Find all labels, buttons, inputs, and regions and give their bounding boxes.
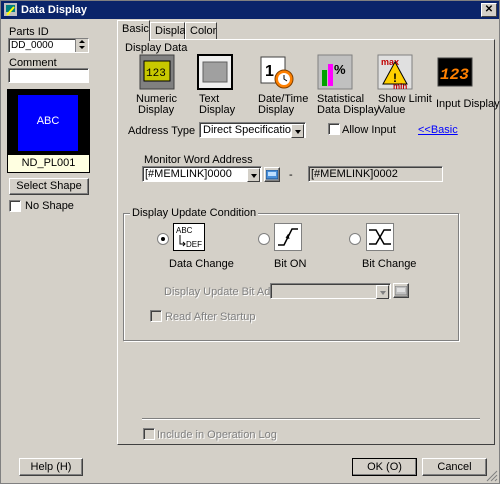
- svg-text:%: %: [334, 62, 346, 77]
- window-title: Data Display: [21, 4, 88, 16]
- show-limit-icon: max ! min: [377, 54, 413, 90]
- tab-basic-label: Basic: [122, 23, 149, 35]
- display-data-label: Display Data: [125, 42, 188, 54]
- text-display-icon: [197, 54, 233, 90]
- svg-text:123: 123: [440, 66, 469, 84]
- bit-change-icon: [366, 223, 394, 251]
- numeric-display-option[interactable]: 123 Numeric Display: [133, 54, 183, 116]
- no-shape-checkbox[interactable]: [9, 200, 21, 212]
- parts-id-spinner[interactable]: [75, 39, 88, 52]
- svg-text:DEF: DEF: [186, 240, 202, 249]
- data-change-label: Data Change: [169, 258, 234, 270]
- select-shape-button[interactable]: Select Shape: [9, 178, 89, 195]
- keypad-icon: [266, 170, 278, 180]
- text-display-label-2: Display: [199, 104, 236, 116]
- bit-on-icon: [274, 223, 302, 251]
- include-log-checkbox: [143, 428, 155, 440]
- data-change-radio[interactable]: [157, 233, 169, 245]
- datetime-display-icon: 1: [260, 56, 294, 89]
- comment-field[interactable]: [8, 68, 89, 83]
- allow-input-label: Allow Input: [342, 124, 396, 136]
- no-shape-label: No Shape: [25, 200, 74, 212]
- monitor-end-address-field: [#MEMLINK]0002: [308, 166, 443, 182]
- monitor-address-label: Monitor Word Address: [144, 154, 253, 166]
- chevron-down-icon[interactable]: [247, 168, 260, 182]
- text-display-option[interactable]: Text Display: [193, 54, 243, 116]
- keypad-icon: [395, 286, 407, 296]
- help-button[interactable]: Help (H): [19, 458, 83, 476]
- shape-name: ND_PL001: [8, 155, 89, 172]
- address-range-dash: -: [289, 169, 293, 181]
- shape-preview[interactable]: ABC ND_PL001: [7, 89, 90, 173]
- radio-selected-dot: [161, 237, 165, 241]
- bit-address-field: [270, 283, 391, 299]
- numeric-display-icon: 123: [139, 54, 175, 90]
- parts-id-field[interactable]: DD_0000: [8, 38, 89, 53]
- svg-text:1: 1: [265, 63, 274, 80]
- bit-change-label: Bit Change: [362, 258, 417, 270]
- show-limit-label-2: Value: [378, 104, 406, 116]
- svg-text:min: min: [393, 82, 407, 90]
- datetime-display-option[interactable]: 1 Date/Time Display: [253, 54, 308, 116]
- ok-button[interactable]: OK (O): [352, 458, 417, 476]
- tab-color-label: Color: [190, 25, 217, 37]
- statistical-display-option[interactable]: % Statistical Data Display: [315, 54, 379, 116]
- tab-color[interactable]: Color: [185, 22, 217, 40]
- data-display-window: Data Display ✕ Parts ID DD_0000 Comment …: [0, 0, 500, 484]
- input-display-icon: 123: [437, 57, 473, 87]
- address-type-dropdown[interactable]: Direct Specification: [199, 122, 306, 138]
- parts-id-label: Parts ID: [9, 26, 49, 38]
- bit-on-radio[interactable]: [258, 233, 270, 245]
- bit-on-label: Bit ON: [274, 258, 307, 270]
- svg-text:ABC: ABC: [176, 226, 193, 235]
- input-display-option[interactable]: 123 Input Display: [433, 54, 500, 114]
- app-icon: [4, 3, 17, 16]
- update-condition-title: Display Update Condition: [130, 207, 259, 219]
- basic-mode-link[interactable]: <<Basic: [418, 124, 458, 136]
- bit-change-radio[interactable]: [349, 233, 361, 245]
- chevron-down-icon: [376, 285, 389, 299]
- data-change-icon: ABC DEF: [173, 223, 205, 251]
- read-after-startup-label: Read After Startup: [165, 311, 256, 323]
- datetime-display-label-2: Display: [258, 104, 295, 116]
- monitor-start-address-value: [#MEMLINK]0000: [145, 168, 232, 180]
- bit-address-input-button: [393, 283, 409, 298]
- address-type-label: Address Type: [128, 125, 196, 137]
- include-log-label: Include in Operation Log: [157, 429, 277, 441]
- allow-input-checkbox[interactable]: [328, 123, 340, 135]
- chevron-down-icon[interactable]: [291, 124, 304, 138]
- preview-shape: ABC: [18, 95, 78, 151]
- input-display-label: Input Display: [436, 98, 500, 110]
- preview-text: ABC: [36, 115, 60, 127]
- numeric-display-label-2: Display: [138, 104, 175, 116]
- address-input-button[interactable]: [264, 167, 280, 182]
- divider: [142, 418, 480, 420]
- read-after-startup-checkbox: [150, 310, 162, 322]
- cancel-button[interactable]: Cancel: [422, 458, 487, 476]
- statistical-display-label-2: Data Display: [317, 104, 380, 116]
- svg-text:123: 123: [146, 68, 166, 80]
- title-bar[interactable]: Data Display ✕: [1, 1, 499, 19]
- monitor-end-address-value: [#MEMLINK]0002: [311, 168, 398, 180]
- address-type-value: Direct Specification: [203, 124, 298, 136]
- resize-grip-icon[interactable]: [486, 470, 498, 482]
- show-limit-option[interactable]: max ! min Show Limit Value: [375, 54, 432, 116]
- tab-basic[interactable]: Basic: [117, 20, 150, 41]
- tab-display[interactable]: Display: [150, 22, 191, 40]
- close-button[interactable]: ✕: [481, 3, 497, 17]
- monitor-start-address-field[interactable]: [#MEMLINK]0000: [142, 166, 262, 182]
- statistical-display-icon: %: [317, 54, 353, 90]
- parts-id-value: DD_0000: [11, 40, 54, 51]
